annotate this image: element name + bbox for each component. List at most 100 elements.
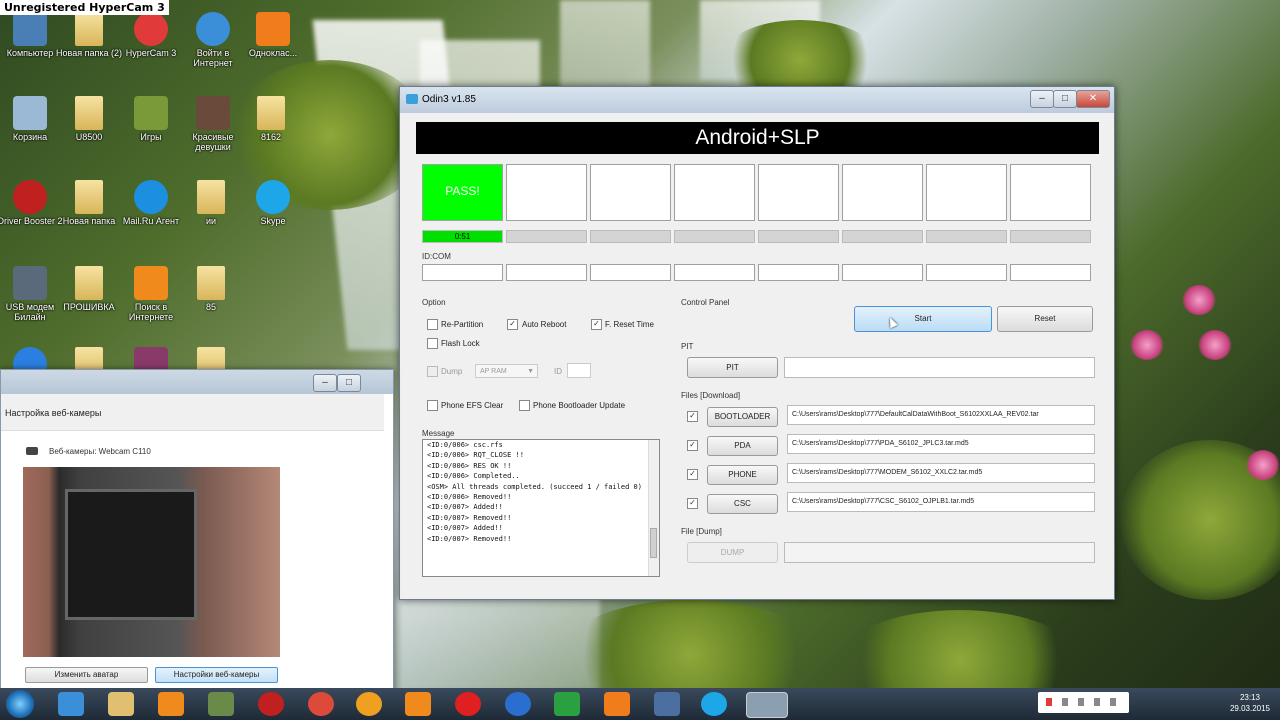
phone-bootloader-update-checkbox[interactable] — [519, 400, 530, 411]
flash-lock-checkbox[interactable] — [427, 338, 438, 349]
f-reset-time-checkbox[interactable]: ✓ — [591, 319, 602, 330]
folder-icon — [75, 266, 103, 300]
reset-button[interactable]: Reset — [997, 306, 1093, 332]
port-progress-1: 0:51 — [422, 230, 503, 243]
log-line: <ID:0/006> RES OK !! — [427, 461, 512, 470]
log-line: <ID:0/006> csc.rfs — [427, 441, 503, 449]
media-player-taskbar-icon[interactable] — [158, 692, 184, 716]
maximize-button[interactable]: □ — [1053, 90, 1077, 108]
pda-checkbox[interactable]: ✓ — [687, 440, 698, 451]
desktop-icon[interactable]: U8500 — [54, 96, 124, 142]
webcam-title-bar[interactable]: – □ — [1, 370, 393, 394]
dump-type-select[interactable]: AP RAM ▼ — [475, 364, 538, 378]
dump-checkbox[interactable] — [427, 366, 438, 377]
message-group-label: Message — [422, 429, 455, 438]
desktop-icon[interactable]: Одноклас... — [238, 12, 308, 58]
minimize-button[interactable]: – — [1030, 90, 1054, 108]
port-progress — [758, 230, 839, 243]
idcom-box — [1010, 264, 1091, 281]
phone-button[interactable]: PHONE — [707, 465, 778, 485]
dump-label: Dump — [441, 367, 463, 376]
port-progress — [590, 230, 671, 243]
desktop-icon[interactable]: Игры — [116, 96, 186, 142]
log-line: <ID:0/007> Removed!! — [427, 534, 512, 543]
pit-button[interactable]: PIT — [687, 357, 778, 378]
firefox-taskbar-icon[interactable] — [505, 692, 531, 716]
phone-efs-clear-checkbox[interactable] — [427, 400, 438, 411]
recorder-tray-panel[interactable] — [1038, 692, 1129, 713]
taskbar: 23:13 29.03.2015 — [0, 688, 1280, 720]
log-line: <ID:0/007> Removed!! — [427, 513, 512, 522]
odin-window: Odin3 v1.85 – □ ✕ Android+SLP PASS! 0:51… — [399, 86, 1115, 600]
amigo-taskbar-icon[interactable] — [554, 692, 580, 716]
re-partition-checkbox[interactable] — [427, 319, 438, 330]
clock[interactable]: 23:13 29.03.2015 — [1230, 692, 1270, 714]
bootloader-checkbox[interactable]: ✓ — [687, 411, 698, 422]
recycle-bin-icon — [13, 96, 47, 130]
title-bar[interactable]: Odin3 v1.85 – □ ✕ — [400, 87, 1114, 113]
pda-button[interactable]: PDA — [707, 436, 778, 456]
desktop-icon[interactable]: 85 — [176, 266, 246, 312]
minimize-button[interactable]: – — [313, 374, 337, 392]
idcom-box — [926, 264, 1007, 281]
port-slot — [1010, 164, 1091, 221]
phone-path-field[interactable]: C:\Users\rams\Desktop\777\MODEM_S6102_XX… — [787, 463, 1095, 483]
odin-taskbar-icon[interactable] — [746, 692, 788, 718]
explorer-taskbar-icon[interactable] — [108, 692, 134, 716]
log-line: <OSM> All threads completed. (succeed 1 … — [427, 482, 642, 491]
auto-reboot-checkbox[interactable]: ✓ — [507, 319, 518, 330]
desktop-icon[interactable]: ии — [176, 180, 246, 226]
desktop-icon[interactable]: 8162 — [236, 96, 306, 142]
ie-taskbar-icon[interactable] — [58, 692, 84, 716]
idcom-box — [506, 264, 587, 281]
log-line: <ID:0/006> Completed.. — [427, 472, 520, 481]
hypercam-icon — [134, 12, 168, 46]
dump-id-input[interactable] — [567, 363, 591, 378]
bootloader-path-field[interactable]: C:\Users\rams\Desktop\777\DefaultCalData… — [787, 405, 1095, 425]
port-progress — [1010, 230, 1091, 243]
driver-booster-taskbar-icon[interactable] — [258, 692, 284, 716]
skype-icon — [256, 180, 290, 214]
ie-icon — [196, 12, 230, 46]
pit-path-field[interactable] — [784, 357, 1095, 378]
dump-button[interactable]: DUMP — [687, 542, 778, 563]
port-progress — [506, 230, 587, 243]
folder-icon — [197, 180, 225, 214]
idcom-box — [842, 264, 923, 281]
vk-taskbar-icon[interactable] — [654, 692, 680, 716]
mail-agent-taskbar-icon[interactable] — [356, 692, 382, 716]
start-button[interactable] — [6, 690, 34, 718]
maximize-button[interactable]: □ — [337, 374, 361, 392]
desktop-icon[interactable]: Новая папка — [54, 180, 124, 226]
folder-icon — [75, 180, 103, 214]
dump-path-field[interactable] — [784, 542, 1095, 563]
message-scrollbar[interactable] — [648, 440, 659, 576]
desktop-icon[interactable]: Новая папка (2) — [54, 12, 124, 58]
webcam-settings-button[interactable]: Настройки веб-камеры — [155, 667, 278, 683]
message-log[interactable]: <ID:0/006> csc.rfs <ID:0/006> RQT_CLOSE … — [422, 439, 660, 577]
tray-icons[interactable] — [1140, 694, 1210, 714]
opera-taskbar-icon[interactable] — [455, 692, 481, 716]
desktop-icon[interactable]: Skype — [238, 180, 308, 226]
csc-checkbox[interactable]: ✓ — [687, 498, 698, 509]
port-slot — [758, 164, 839, 221]
odnoklassniki-taskbar-icon[interactable] — [604, 692, 630, 716]
chart-taskbar-icon[interactable] — [208, 692, 234, 716]
chevron-down-icon: ▼ — [527, 368, 534, 375]
csc-path-field[interactable]: C:\Users\rams\Desktop\777\CSC_S6102_OJPL… — [787, 492, 1095, 512]
desktop-icon[interactable]: ПРОШИВКА — [54, 266, 124, 312]
csc-button[interactable]: CSC — [707, 494, 778, 514]
scrollbar-thumb[interactable] — [650, 528, 657, 558]
bootloader-button[interactable]: BOOTLOADER — [707, 407, 778, 427]
desktop-icon[interactable]: HyperCam 3 — [116, 12, 186, 58]
close-button[interactable]: ✕ — [1076, 90, 1110, 108]
chrome-taskbar-icon[interactable] — [308, 692, 334, 716]
phone-checkbox[interactable]: ✓ — [687, 469, 698, 480]
pda-path-field[interactable]: C:\Users\rams\Desktop\777\PDA_S6102_JPLC… — [787, 434, 1095, 454]
skype-taskbar-icon[interactable] — [701, 692, 727, 716]
search-icon — [134, 266, 168, 300]
start-button[interactable]: Start — [854, 306, 992, 332]
change-avatar-button[interactable]: Изменить аватар — [25, 667, 148, 683]
auto-reboot-label: Auto Reboot — [522, 320, 567, 329]
search-taskbar-icon[interactable] — [405, 692, 431, 716]
